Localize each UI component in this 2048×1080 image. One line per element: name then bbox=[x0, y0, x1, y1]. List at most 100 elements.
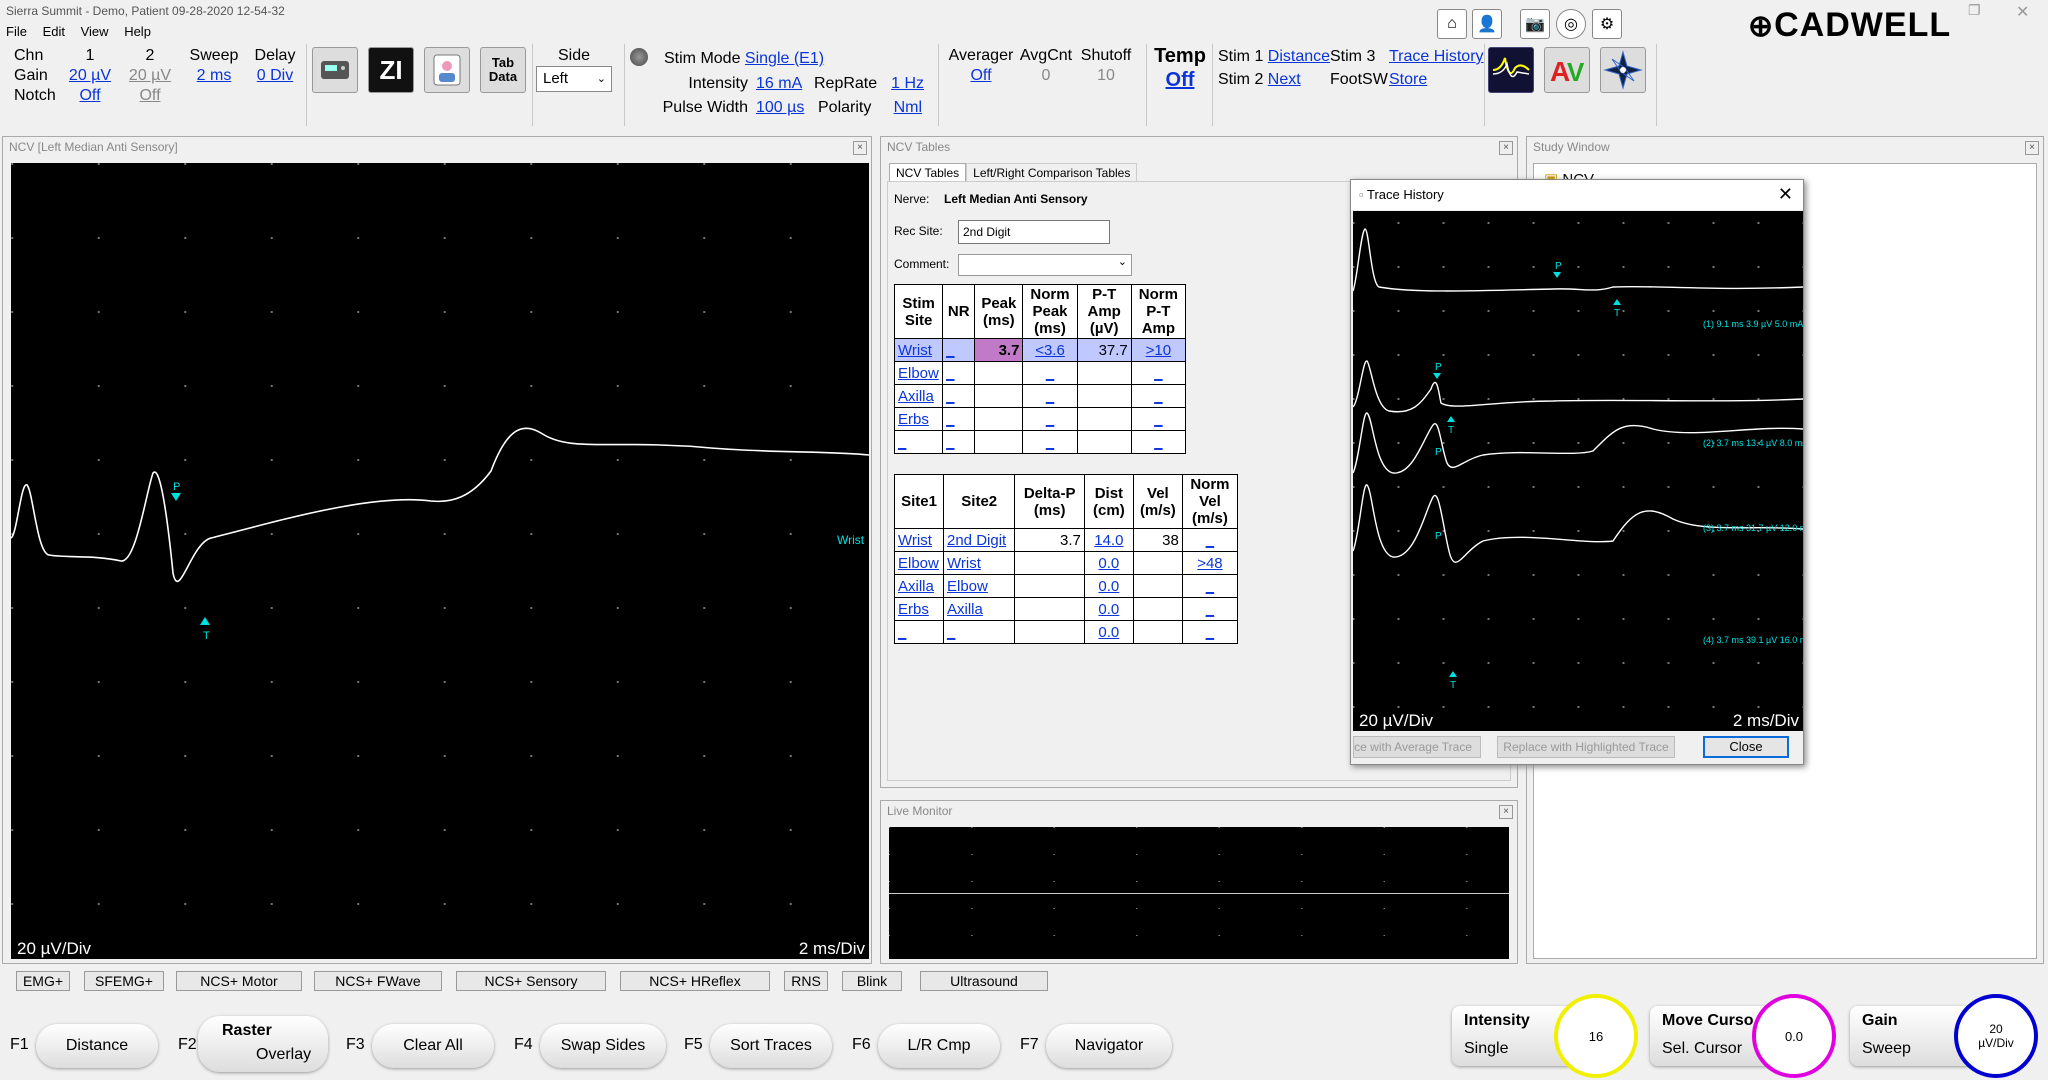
trace2-trough-marker-icon[interactable] bbox=[1447, 416, 1455, 422]
peak-cell[interactable] bbox=[974, 430, 1024, 454]
stim1-link[interactable]: Distance bbox=[1268, 48, 1330, 65]
site1-link[interactable]: Erbs bbox=[894, 597, 944, 621]
stim-site-link[interactable]: Axilla bbox=[893, 384, 944, 408]
trace1-trough-marker-icon[interactable] bbox=[1613, 299, 1621, 305]
patient-button[interactable] bbox=[424, 47, 470, 93]
tab-ncs-fwave[interactable]: NCS+ FWave bbox=[314, 971, 442, 991]
pt-amp-cell[interactable] bbox=[1076, 430, 1132, 454]
norm-pt-amp-link[interactable]: >10 bbox=[1130, 338, 1187, 362]
av-button[interactable]: AV bbox=[1544, 47, 1590, 93]
close-icon[interactable]: × bbox=[2025, 141, 2039, 155]
menu-edit[interactable]: Edit bbox=[43, 24, 65, 39]
cursor-knob[interactable]: 0.0 bbox=[1752, 994, 1836, 1078]
temp-link[interactable]: Off bbox=[1150, 68, 1210, 92]
reprate-link[interactable]: 1 Hz bbox=[890, 74, 924, 94]
menu-view[interactable]: View bbox=[81, 24, 109, 39]
tab-ultrasound[interactable]: Ultrasound bbox=[920, 971, 1048, 991]
close-icon[interactable]: × bbox=[1499, 141, 1513, 155]
impedance-button[interactable]: ZI bbox=[368, 47, 414, 93]
replace-with-average-button[interactable]: ce with Average Trace bbox=[1353, 736, 1481, 758]
polarity-link[interactable]: Nml bbox=[890, 98, 922, 118]
close-icon[interactable]: × bbox=[853, 141, 867, 155]
peak-cell[interactable] bbox=[974, 384, 1024, 408]
pt-amp-cell[interactable] bbox=[1076, 407, 1132, 431]
gear-icon[interactable]: ⚙ bbox=[1592, 9, 1622, 39]
trace2-peak-marker-icon[interactable] bbox=[1433, 373, 1441, 379]
sort-traces-button[interactable]: Sort Traces bbox=[710, 1024, 832, 1068]
tab-sfemg[interactable]: SFEMG+ bbox=[84, 971, 164, 991]
tab-emg[interactable]: EMG+ bbox=[16, 971, 70, 991]
tab-blink[interactable]: Blink bbox=[842, 971, 902, 991]
peak-cell[interactable] bbox=[974, 361, 1024, 385]
peak-cell[interactable] bbox=[974, 407, 1024, 431]
stim-site-link[interactable]: Elbow bbox=[893, 361, 944, 385]
stim2-link[interactable]: Next bbox=[1268, 71, 1301, 88]
norm-pt-amp-link[interactable]: _ bbox=[1130, 430, 1187, 454]
clear-all-button[interactable]: Clear All bbox=[372, 1024, 494, 1068]
site2-link[interactable]: Elbow bbox=[942, 574, 1016, 598]
swap-sides-button[interactable]: Swap Sides bbox=[540, 1024, 666, 1068]
raster-overlay-button[interactable]: Raster Overlay bbox=[198, 1016, 328, 1072]
ch1-notch-link[interactable]: Off bbox=[66, 86, 114, 106]
norm-pt-amp-link[interactable]: _ bbox=[1130, 384, 1187, 408]
site2-link[interactable]: _ bbox=[942, 620, 1016, 644]
site2-link[interactable]: 2nd Digit bbox=[942, 528, 1016, 552]
trace1-peak-marker-icon[interactable] bbox=[1553, 272, 1561, 278]
dist-link[interactable]: 0.0 bbox=[1083, 620, 1134, 644]
peak-marker-icon[interactable] bbox=[171, 493, 181, 501]
table-row[interactable]: Erbs _ _ _ bbox=[893, 407, 1187, 431]
menu-file[interactable]: File bbox=[6, 24, 27, 39]
close-icon[interactable]: × bbox=[1499, 805, 1513, 819]
norm-vel-link[interactable]: >48 bbox=[1181, 551, 1239, 575]
tab-ncs-hreflex[interactable]: NCS+ HReflex bbox=[620, 971, 770, 991]
add-user-icon[interactable]: 👤 bbox=[1472, 9, 1502, 39]
pt-amp-cell[interactable]: 37.7 bbox=[1076, 338, 1132, 362]
table-row[interactable]: Axilla _ _ _ bbox=[893, 384, 1187, 408]
site1-link[interactable]: Wrist bbox=[894, 528, 944, 552]
home-icon[interactable]: ⌂ bbox=[1437, 9, 1467, 39]
table-row[interactable]: Erbs Axilla 0.0 _ bbox=[894, 597, 1239, 621]
peak-cell[interactable]: 3.7 bbox=[974, 338, 1024, 362]
norm-peak-link[interactable]: <3.6 bbox=[1022, 338, 1078, 362]
store-link[interactable]: Store bbox=[1389, 70, 1427, 90]
nr-link[interactable]: _ bbox=[942, 384, 976, 408]
norm-vel-link[interactable]: _ bbox=[1181, 620, 1239, 644]
waveform-view-button[interactable] bbox=[1488, 47, 1534, 93]
table-row[interactable]: _ _ _ _ bbox=[893, 430, 1187, 454]
norm-peak-link[interactable]: _ bbox=[1022, 430, 1078, 454]
restore-icon[interactable]: ❐ bbox=[1968, 2, 1981, 19]
table-row[interactable]: _ _ 0.0 _ bbox=[894, 620, 1239, 644]
camera-icon[interactable]: 📷 bbox=[1520, 9, 1550, 39]
norm-peak-link[interactable]: _ bbox=[1022, 361, 1078, 385]
tab-lr-comparison[interactable]: Left/Right Comparison Tables bbox=[966, 163, 1138, 182]
site2-link[interactable]: Axilla bbox=[942, 597, 1016, 621]
trough-marker-icon[interactable] bbox=[200, 617, 210, 625]
menu-help[interactable]: Help bbox=[124, 24, 151, 39]
distance-button[interactable]: Distance bbox=[36, 1024, 158, 1068]
averager-link[interactable]: Off bbox=[946, 66, 1016, 86]
tab-ncv-tables[interactable]: NCV Tables bbox=[889, 163, 967, 182]
stimulator-button[interactable] bbox=[312, 47, 358, 93]
norm-vel-link[interactable]: _ bbox=[1181, 597, 1239, 621]
table-row[interactable]: Wrist 2nd Digit 3.7 14.0 38 _ bbox=[894, 528, 1239, 552]
tab-ncs-sensory[interactable]: NCS+ Sensory bbox=[456, 971, 606, 991]
rec-site-input[interactable]: 2nd Digit bbox=[958, 220, 1110, 244]
nr-link[interactable]: _ bbox=[942, 338, 976, 362]
norm-vel-link[interactable]: _ bbox=[1181, 528, 1239, 552]
table-row[interactable]: Elbow _ _ _ bbox=[893, 361, 1187, 385]
close-window-icon[interactable]: ✕ bbox=[2016, 2, 2029, 22]
close-icon[interactable]: ✕ bbox=[1778, 184, 1793, 205]
pt-amp-cell[interactable] bbox=[1076, 384, 1132, 408]
delay-link[interactable]: 0 Div bbox=[252, 66, 298, 86]
site2-link[interactable]: Wrist bbox=[942, 551, 1016, 575]
pt-amp-cell[interactable] bbox=[1076, 361, 1132, 385]
stim-mode-link[interactable]: Single (E1) bbox=[745, 50, 824, 67]
table-row[interactable]: Axilla Elbow 0.0 _ bbox=[894, 574, 1239, 598]
sweep-link[interactable]: 2 ms bbox=[186, 66, 242, 86]
dist-link[interactable]: 0.0 bbox=[1083, 597, 1134, 621]
navigator-button[interactable] bbox=[1600, 47, 1646, 93]
norm-peak-link[interactable]: _ bbox=[1022, 407, 1078, 431]
navigator-fkey-button[interactable]: Navigator bbox=[1046, 1024, 1172, 1068]
gain-knob[interactable]: 20 µV/Div bbox=[1954, 994, 2038, 1078]
nr-link[interactable]: _ bbox=[942, 430, 976, 454]
